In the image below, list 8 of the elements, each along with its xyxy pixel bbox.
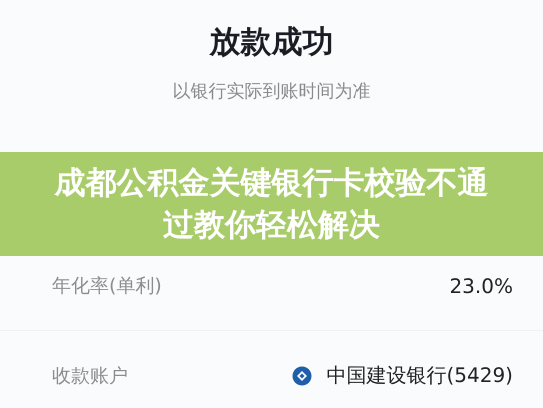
bank-logo-icon [292,366,312,386]
row-label: 年化率(单利) [52,274,162,298]
page-subtitle: 以银行实际到账时间为准 [172,80,370,104]
row-value: 23.0% [449,274,513,298]
page-title: 放款成功 [210,23,334,62]
row-value: 中国建设银行(5429) [326,362,513,389]
banner-title: 成都公积金关键银行卡校验不通过教你轻松解决 [53,164,490,245]
row-label: 收款账户 [52,364,128,388]
